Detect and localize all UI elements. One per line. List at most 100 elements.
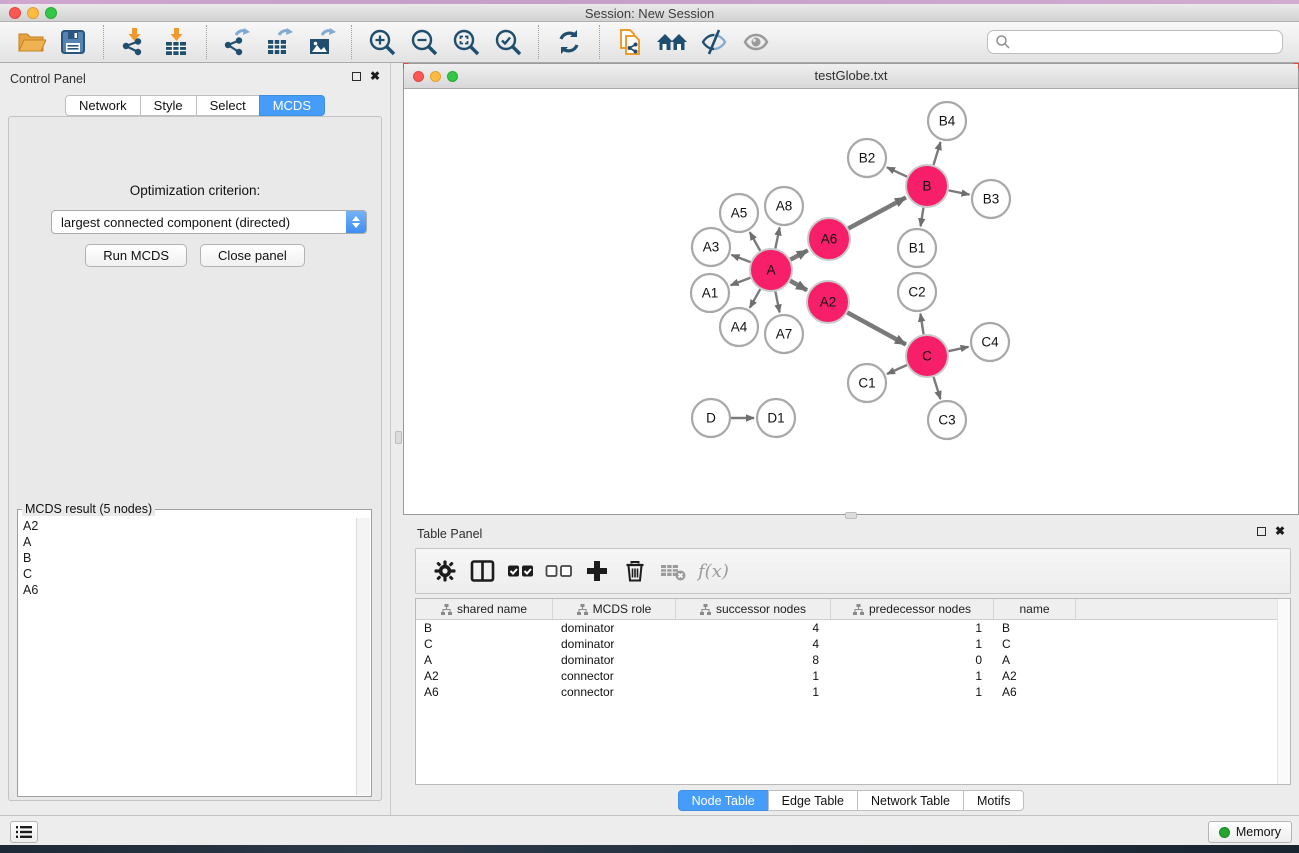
column-header-predecessor-nodes[interactable]: predecessor nodes — [831, 599, 994, 619]
node-D[interactable]: D — [692, 399, 730, 437]
edge-A-A8[interactable] — [775, 228, 779, 249]
home-layout-icon[interactable] — [655, 25, 689, 59]
export-network-icon[interactable] — [220, 25, 254, 59]
add-column-icon[interactable] — [578, 553, 616, 589]
refresh-view-icon[interactable] — [552, 25, 586, 59]
node-C2[interactable]: C2 — [898, 273, 936, 311]
table-settings-gear-icon[interactable] — [426, 553, 464, 589]
edge-A-A1[interactable] — [731, 278, 751, 285]
edge-B-B1[interactable] — [921, 208, 924, 227]
clone-network-icon[interactable] — [613, 25, 647, 59]
tab-network-table[interactable]: Network Table — [857, 790, 964, 811]
node-B4[interactable]: B4 — [928, 102, 966, 140]
table-scrollbar[interactable] — [1277, 599, 1290, 784]
delete-column-icon[interactable] — [616, 553, 654, 589]
edge-A-A6[interactable] — [790, 250, 807, 259]
node-A3[interactable]: A3 — [692, 228, 730, 266]
select-all-checks-icon[interactable] — [502, 553, 540, 589]
node-A5[interactable]: A5 — [720, 194, 758, 232]
function-builder-icon[interactable]: f(x) — [698, 561, 729, 582]
node-A[interactable]: A — [750, 249, 792, 291]
network-canvas[interactable]: B4B2BB3B1A5A8A6A3AA1C2A2A4A7C4CC1C3DD1 — [404, 89, 1298, 514]
result-item[interactable]: A — [19, 534, 356, 550]
tab-edge-table[interactable]: Edge Table — [768, 790, 858, 811]
float-panel-icon[interactable] — [352, 72, 361, 81]
result-item[interactable]: A2 — [19, 518, 356, 534]
node-C[interactable]: C — [906, 335, 948, 377]
zoom-fit-icon[interactable] — [449, 25, 483, 59]
table-row[interactable]: A2connector11A2 — [416, 668, 1290, 684]
node-A7[interactable]: A7 — [765, 315, 803, 353]
zoom-selected-icon[interactable] — [491, 25, 525, 59]
edge-C-C1[interactable] — [887, 365, 907, 374]
node-B[interactable]: B — [906, 165, 948, 207]
node-B2[interactable]: B2 — [848, 139, 886, 177]
zoom-out-icon[interactable] — [407, 25, 441, 59]
edge-A-A2[interactable] — [790, 281, 807, 290]
column-header-name[interactable]: name — [994, 599, 1076, 619]
column-header-successor-nodes[interactable]: successor nodes — [676, 599, 831, 619]
node-C1[interactable]: C1 — [848, 364, 886, 402]
memory-button[interactable]: Memory — [1208, 821, 1292, 843]
import-table-icon[interactable] — [159, 25, 193, 59]
delete-table-icon[interactable] — [654, 553, 692, 589]
close-panel-icon[interactable]: ✖ — [370, 71, 380, 81]
float-table-panel-icon[interactable] — [1257, 527, 1266, 536]
node-D1[interactable]: D1 — [757, 399, 795, 437]
export-image-icon[interactable] — [304, 25, 338, 59]
edge-A-A7[interactable] — [775, 292, 779, 313]
tab-mcds[interactable]: MCDS — [259, 95, 325, 116]
column-visibility-icon[interactable] — [464, 553, 502, 589]
optimization-criterion-dropdown[interactable]: largest connected component (directed) — [51, 210, 367, 234]
edge-B-B3[interactable] — [949, 190, 970, 194]
close-panel-button[interactable]: Close panel — [200, 244, 305, 267]
tab-motifs[interactable]: Motifs — [963, 790, 1024, 811]
column-header-shared-name[interactable]: shared name — [416, 599, 553, 619]
close-table-panel-icon[interactable]: ✖ — [1275, 526, 1285, 536]
result-scrollbar[interactable] — [356, 518, 370, 795]
edge-B-B2[interactable] — [887, 167, 907, 176]
node-A4[interactable]: A4 — [720, 308, 758, 346]
tab-select[interactable]: Select — [196, 95, 260, 116]
edge-B-B4[interactable] — [933, 142, 940, 165]
open-session-icon[interactable] — [14, 25, 48, 59]
table-row[interactable]: Bdominator41B — [416, 620, 1290, 636]
search-input[interactable] — [987, 30, 1283, 54]
tab-node-table[interactable]: Node Table — [678, 790, 769, 811]
node-B3[interactable]: B3 — [972, 180, 1010, 218]
edge-A-A4[interactable] — [750, 289, 760, 308]
edge-C-C4[interactable] — [948, 347, 968, 351]
save-session-icon[interactable] — [56, 25, 90, 59]
show-graphics-icon[interactable] — [739, 25, 773, 59]
task-history-button[interactable] — [10, 821, 38, 843]
deselect-all-checks-icon[interactable] — [540, 553, 578, 589]
tab-network[interactable]: Network — [65, 95, 141, 116]
edge-A6-B[interactable] — [848, 197, 906, 228]
table-row[interactable]: A6connector11A6 — [416, 684, 1290, 700]
node-A1[interactable]: A1 — [691, 274, 729, 312]
edge-C-C3[interactable] — [934, 377, 941, 399]
tab-style[interactable]: Style — [140, 95, 197, 116]
edge-A2-C[interactable] — [847, 313, 906, 345]
network-window-titlebar[interactable]: testGlobe.txt — [404, 64, 1298, 89]
export-table-icon[interactable] — [262, 25, 296, 59]
node-C3[interactable]: C3 — [928, 401, 966, 439]
import-network-icon[interactable] — [117, 25, 151, 59]
table-row[interactable]: Adominator80A — [416, 652, 1290, 668]
hide-graphics-icon[interactable] — [697, 25, 731, 59]
edge-A-A5[interactable] — [750, 232, 760, 251]
result-item[interactable]: B — [19, 550, 356, 566]
zoom-in-icon[interactable] — [365, 25, 399, 59]
result-item[interactable]: A6 — [19, 582, 356, 598]
edge-C-C2[interactable] — [920, 314, 923, 335]
horizontal-splitter-handle[interactable] — [845, 512, 857, 519]
edge-A-A3[interactable] — [732, 255, 751, 262]
node-A2[interactable]: A2 — [807, 281, 849, 323]
column-header-MCDS-role[interactable]: MCDS role — [553, 599, 676, 619]
node-C4[interactable]: C4 — [971, 323, 1009, 361]
vertical-splitter-handle[interactable] — [395, 431, 402, 444]
run-mcds-button[interactable]: Run MCDS — [85, 244, 187, 267]
result-item[interactable]: C — [19, 566, 356, 582]
node-A8[interactable]: A8 — [765, 187, 803, 225]
table-row[interactable]: Cdominator41C — [416, 636, 1290, 652]
